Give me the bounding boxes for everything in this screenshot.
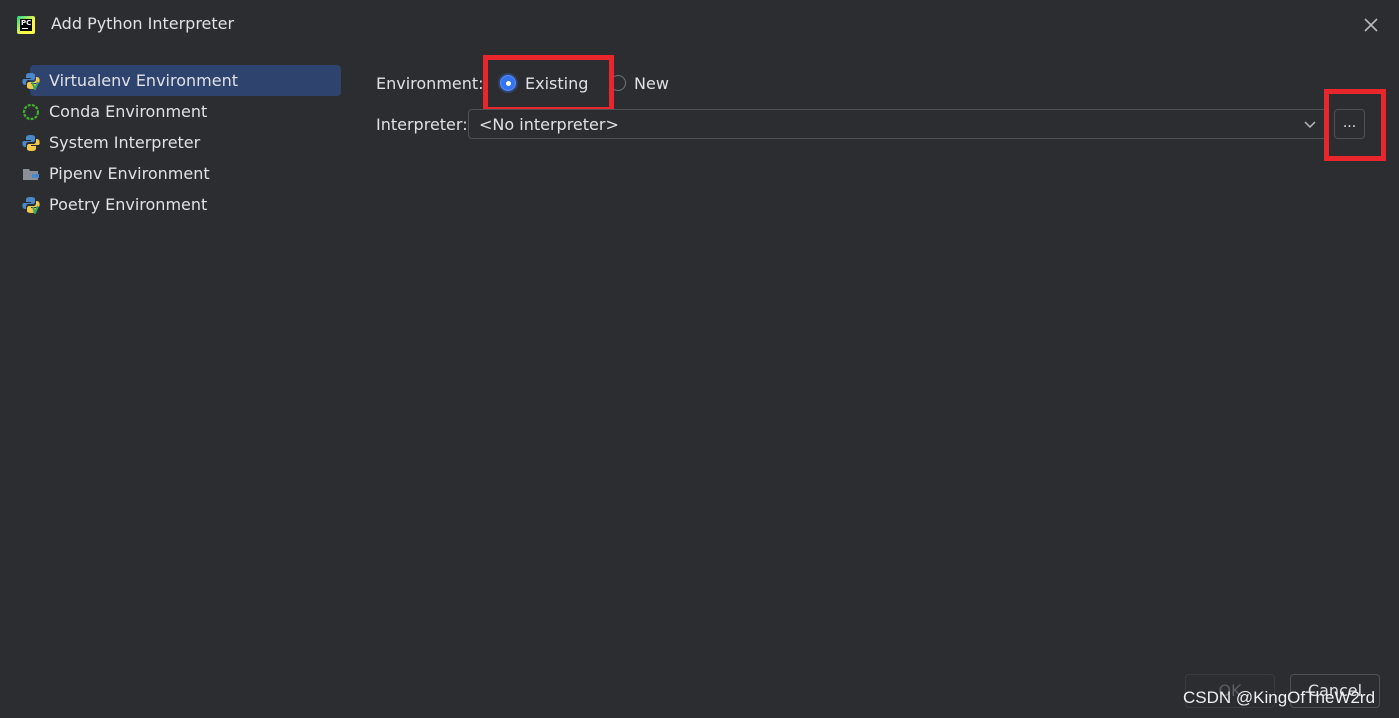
sidebar-item-system-interpreter[interactable]: System Interpreter [20,127,341,158]
browse-highlight-box [1324,89,1386,161]
title-bar: PC Add Python Interpreter [0,0,1399,50]
sidebar-item-label: Pipenv Environment [49,164,210,183]
close-icon [1364,18,1378,32]
sidebar-item-conda[interactable]: Conda Environment [20,96,341,127]
conda-icon [22,103,40,121]
python-icon [22,134,40,152]
sidebar-item-label: System Interpreter [49,133,201,152]
virtualenv-icon [22,72,40,92]
existing-highlight-box [483,55,614,112]
sidebar-item-pipenv[interactable]: Pipenv Environment [20,158,341,189]
watermark-text: CSDN @KingOfTheW2rd [1183,688,1376,707]
dialog-title: Add Python Interpreter [51,14,235,33]
interpreter-dropdown[interactable]: <No interpreter> [468,109,1327,139]
environment-label: Environment: [376,74,484,93]
close-button[interactable] [1360,14,1382,36]
interpreter-value: <No interpreter> [479,115,619,134]
sidebar-item-poetry[interactable]: Poetry Environment [20,189,341,220]
sidebar-item-label: Poetry Environment [49,195,208,214]
poetry-icon [22,196,40,216]
sidebar-item-virtualenv[interactable]: Virtualenv Environment [22,65,341,96]
pipenv-icon [22,165,40,183]
new-radio-label[interactable]: New [634,74,669,93]
pycharm-logo-icon: PC [17,16,35,34]
sidebar-item-label: Virtualenv Environment [49,71,238,90]
sidebar-item-label: Conda Environment [49,102,208,121]
interpreter-label: Interpreter: [376,115,468,134]
chevron-down-icon [1300,114,1320,134]
